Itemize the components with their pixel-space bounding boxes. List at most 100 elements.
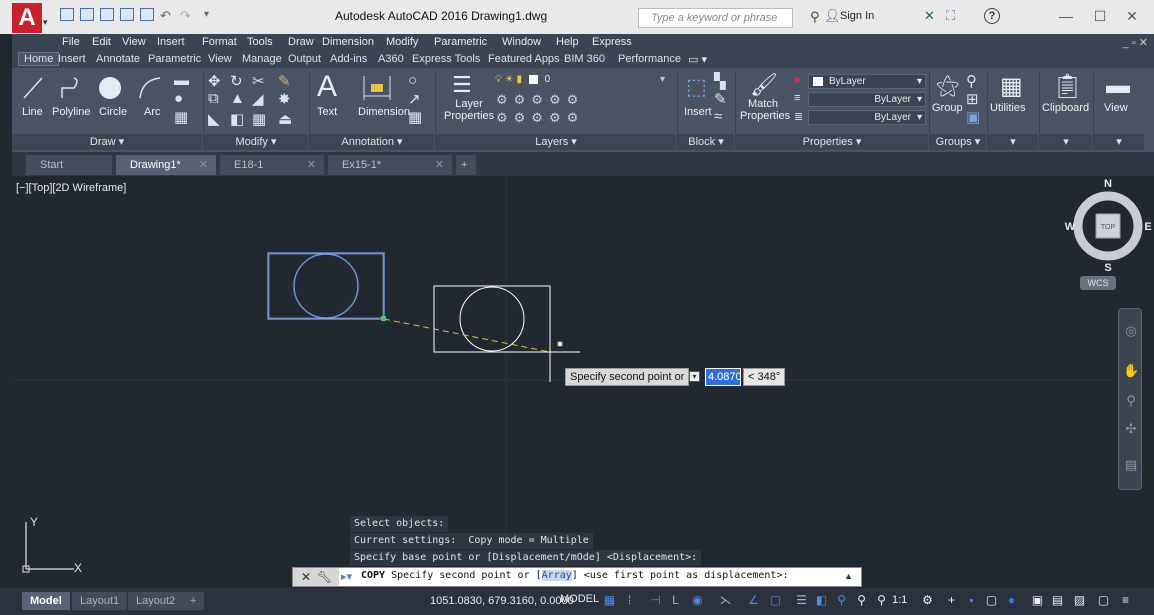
- coordinate-readout[interactable]: 1051.0830, 679.3160, 0.0000: [430, 595, 574, 607]
- close-icon[interactable]: ✕: [435, 155, 444, 175]
- text-button[interactable]: Text: [317, 106, 337, 118]
- plot-icon[interactable]: [140, 8, 154, 21]
- array-icon[interactable]: ▦: [252, 110, 266, 128]
- insert-block-icon[interactable]: ⬚: [686, 74, 707, 100]
- trim-icon[interactable]: ✂: [252, 72, 265, 90]
- polar-icon[interactable]: ◉: [690, 593, 705, 608]
- workspace-gear-icon[interactable]: ⚙: [920, 593, 935, 608]
- grid-icon[interactable]: ▦: [602, 593, 617, 608]
- angle-input[interactable]: < 348°: [743, 368, 785, 386]
- clipboard-button[interactable]: Clipboard: [1042, 102, 1089, 114]
- fillet-icon[interactable]: ◢: [252, 90, 264, 108]
- lock-ui-icon[interactable]: ●: [1004, 593, 1019, 608]
- steering-wheel-icon[interactable]: ◎: [1123, 323, 1139, 339]
- customize-icon[interactable]: 🔧︎: [317, 570, 332, 584]
- menu-parametric[interactable]: Parametric: [434, 36, 487, 48]
- calculator-icon[interactable]: ▦: [1000, 72, 1023, 101]
- command-prompt[interactable]: COPY Specify second point or [Array] <us…: [361, 570, 789, 581]
- minimize-button[interactable]: —: [1056, 6, 1076, 26]
- drawing-canvas[interactable]: [−][Top][2D Wireframe] Specify second po…: [12, 176, 1154, 588]
- redo-icon[interactable]: ↷: [180, 8, 191, 24]
- polyline-button[interactable]: Polyline: [52, 106, 91, 118]
- a360-icon[interactable]: ⛶: [946, 8, 955, 24]
- stretch-icon[interactable]: ◣: [208, 110, 220, 128]
- line-button[interactable]: Line: [22, 106, 43, 118]
- rotate-icon[interactable]: ↻: [230, 72, 243, 90]
- group-icon[interactable]: ⚝: [936, 72, 959, 100]
- dimension-icon[interactable]: [360, 74, 394, 102]
- tab-layout2[interactable]: Layout2: [128, 592, 184, 610]
- viewport-controls[interactable]: [−][Top][2D Wireframe]: [16, 182, 126, 194]
- tab-annotate[interactable]: Annotate: [96, 53, 140, 65]
- explode-icon[interactable]: ✸: [278, 90, 291, 108]
- move-icon[interactable]: ✥: [208, 72, 221, 90]
- block-attributes-icon[interactable]: ≈: [714, 108, 722, 125]
- pan-icon[interactable]: ✋: [1123, 363, 1139, 379]
- view-panel-title[interactable]: ▾: [1094, 134, 1144, 150]
- multileader-icon[interactable]: ↗: [408, 90, 421, 108]
- chevron-down-icon[interactable]: ▾: [43, 17, 48, 28]
- offset-icon[interactable]: ⏏: [278, 110, 292, 128]
- snap-icon[interactable]: ⁞: [622, 593, 637, 608]
- tab-e18-1[interactable]: E18-1 ✕: [220, 155, 324, 175]
- open-file-icon[interactable]: [80, 8, 94, 21]
- scale-icon[interactable]: ◧: [230, 110, 244, 128]
- object-snap-icon[interactable]: ▢: [768, 593, 783, 608]
- clipboard-icon[interactable]: 📋︎: [1052, 72, 1082, 101]
- transparency-icon[interactable]: ◧: [814, 593, 829, 608]
- group-select-icon[interactable]: ▣: [966, 108, 980, 126]
- search-input[interactable]: Type a keyword or phrase: [638, 8, 793, 28]
- color-dropdown[interactable]: ByLayer ▾: [808, 74, 926, 89]
- tab-a360[interactable]: A360: [378, 53, 404, 65]
- table-icon[interactable]: ▦: [408, 108, 422, 126]
- orbit-icon[interactable]: ✣: [1123, 421, 1139, 437]
- properties-panel-title[interactable]: Properties ▾: [736, 134, 928, 150]
- tab-view[interactable]: View: [208, 53, 232, 65]
- groups-panel-title[interactable]: Groups ▾: [930, 134, 986, 150]
- close-icon[interactable]: ✕: [199, 155, 208, 175]
- erase-icon[interactable]: ✎: [278, 72, 291, 90]
- binoculars-icon[interactable]: ⚲: [810, 9, 820, 25]
- hardware-acceleration-icon[interactable]: ▤: [1050, 593, 1065, 608]
- history-expand-icon[interactable]: ▲: [844, 571, 853, 581]
- viewcube[interactable]: N S W E TOP: [1062, 176, 1152, 272]
- ortho-icon[interactable]: L: [668, 593, 683, 608]
- isodraft-icon[interactable]: ⋋: [718, 593, 733, 608]
- application-menu-button[interactable]: A: [12, 3, 42, 33]
- mirror-icon[interactable]: ▲: [230, 90, 245, 107]
- new-file-icon[interactable]: [60, 8, 74, 21]
- create-block-icon[interactable]: ▚: [714, 72, 726, 90]
- menu-help[interactable]: Help: [556, 36, 579, 48]
- showmotion-icon[interactable]: ▤: [1123, 457, 1139, 473]
- edit-block-icon[interactable]: ✎: [714, 90, 727, 108]
- circle-button[interactable]: Circle: [99, 106, 127, 118]
- qat-customize-icon[interactable]: ▾: [204, 9, 209, 20]
- tab-manage[interactable]: Manage: [242, 53, 282, 65]
- command-line[interactable]: ✕ 🔧︎ ▸▾ COPY Specify second point or [Ar…: [292, 567, 862, 587]
- group-button[interactable]: Group: [932, 102, 963, 114]
- infer-constraints-icon[interactable]: ⊣: [648, 593, 663, 608]
- distance-input[interactable]: 4.0870: [705, 368, 742, 386]
- dynamic-input-options-icon[interactable]: ▾: [689, 371, 700, 382]
- annotation-panel-title[interactable]: Annotation ▾: [310, 134, 434, 150]
- tab-start[interactable]: Start: [26, 155, 112, 175]
- user-icon[interactable]: 👤︎: [824, 8, 841, 24]
- clean-screen-icon[interactable]: ▨: [1072, 593, 1087, 608]
- menu-draw[interactable]: Draw: [288, 36, 314, 48]
- save-icon[interactable]: [100, 8, 114, 21]
- utilities-panel-title[interactable]: ▾: [988, 134, 1038, 150]
- text-icon[interactable]: A: [317, 70, 337, 104]
- lineweight-icon[interactable]: ☰: [794, 593, 809, 608]
- group-edit-icon[interactable]: ⊞: [966, 90, 979, 108]
- object-snap-tracking-icon[interactable]: ∠: [746, 593, 761, 608]
- utilities-button[interactable]: Utilities: [990, 102, 1025, 114]
- layer-properties-button[interactable]: Layer Properties: [444, 98, 494, 122]
- menu-file[interactable]: File: [62, 36, 80, 48]
- tab-output[interactable]: Output: [288, 53, 321, 65]
- leader-icon[interactable]: ○: [408, 72, 417, 89]
- annotation-scale-icon[interactable]: ⚲: [874, 593, 889, 608]
- fullscreen-icon[interactable]: ▢: [1096, 593, 1111, 608]
- tab-drawing1[interactable]: Drawing1* ✕: [116, 155, 216, 175]
- block-panel-title[interactable]: Block ▾: [678, 134, 734, 150]
- add-layout-button[interactable]: +: [182, 592, 205, 610]
